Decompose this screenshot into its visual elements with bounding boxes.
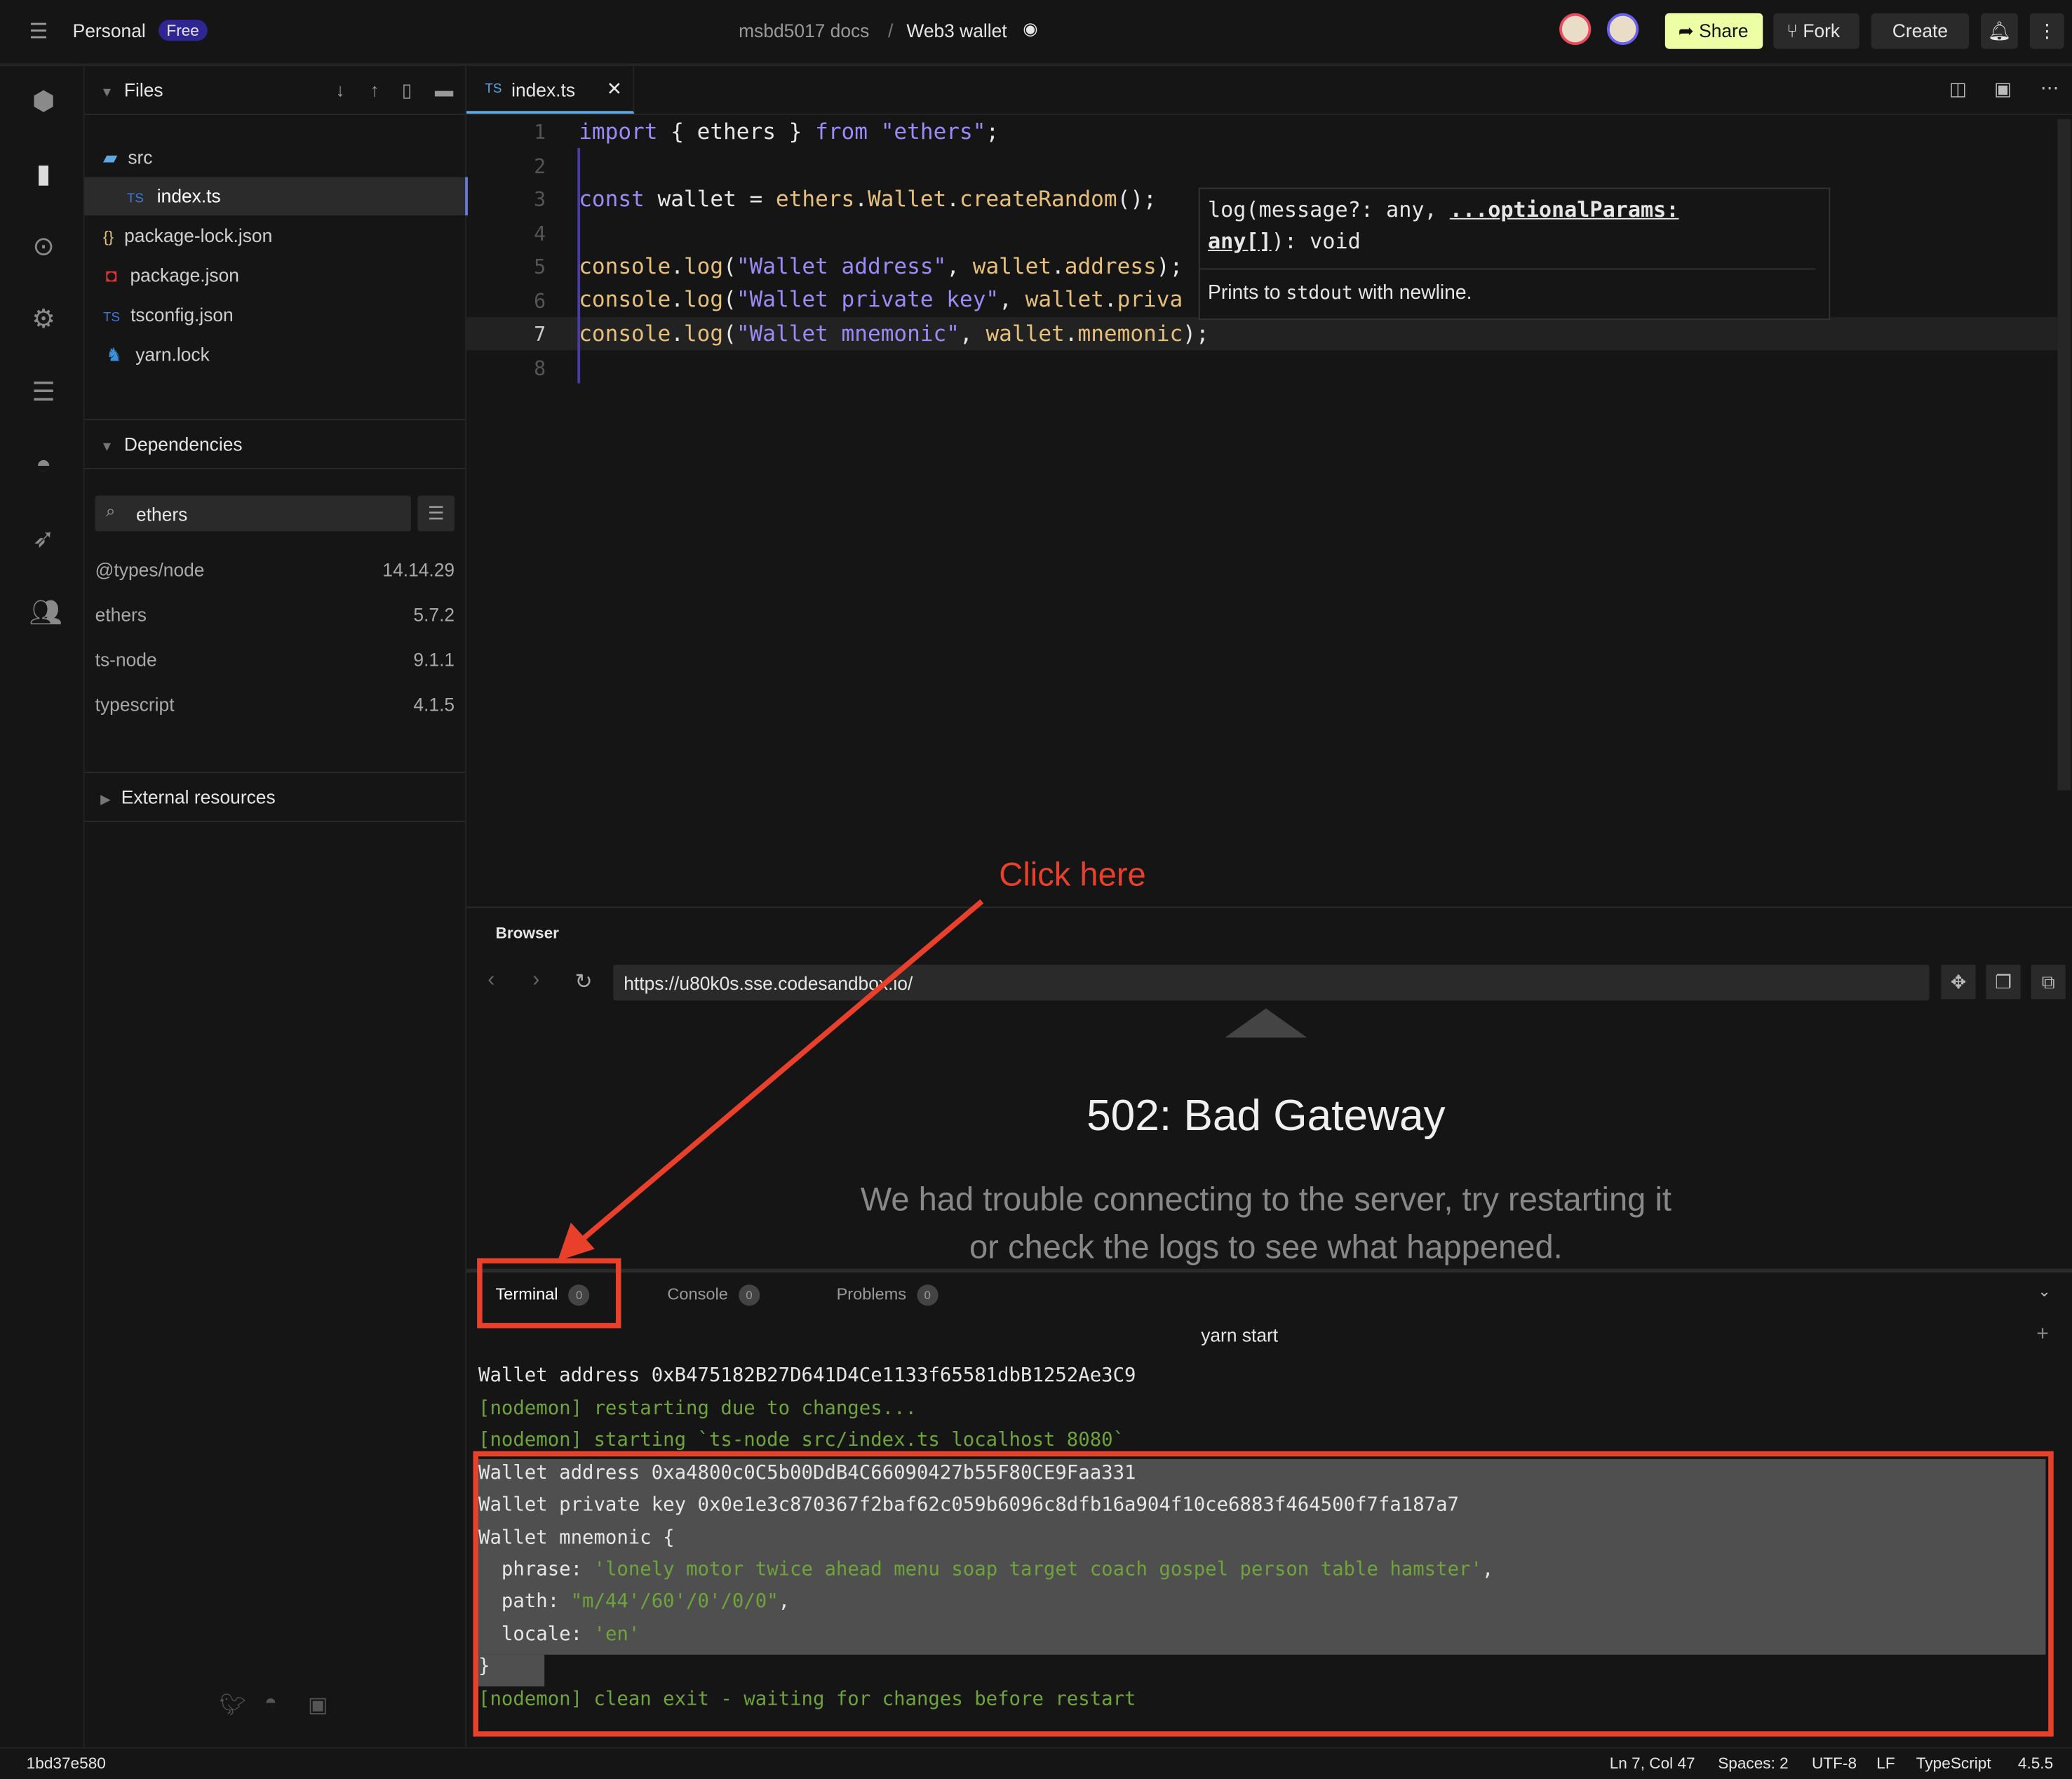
language-mode[interactable]: TypeScript [1916, 1749, 1991, 1779]
encoding[interactable]: UTF-8 [1812, 1749, 1857, 1779]
typescript-version[interactable]: 4.5.5 [2018, 1749, 2053, 1779]
annotation-box-terminal-tab [477, 1258, 621, 1329]
annotation-box-output [473, 1451, 2054, 1737]
cursor-position[interactable]: Ln 7, Col 47 [1610, 1749, 1695, 1779]
commit-hash: 1bd37e580 [26, 1754, 106, 1773]
status-bar: 1bd37e580 Ln 7, Col 47 Spaces: 2 UTF-8 L… [0, 1747, 2072, 1779]
annotation-overlay [473, 899, 2054, 1737]
line-ending[interactable]: LF [1876, 1749, 1895, 1779]
codesandbox-window: ☰ Personal Free msbd5017 docs / Web3 wal… [0, 0, 2072, 1779]
annotation-arrow [577, 899, 984, 1244]
annotation-arrowhead [558, 1222, 595, 1261]
indentation[interactable]: Spaces: 2 [1718, 1749, 1789, 1779]
